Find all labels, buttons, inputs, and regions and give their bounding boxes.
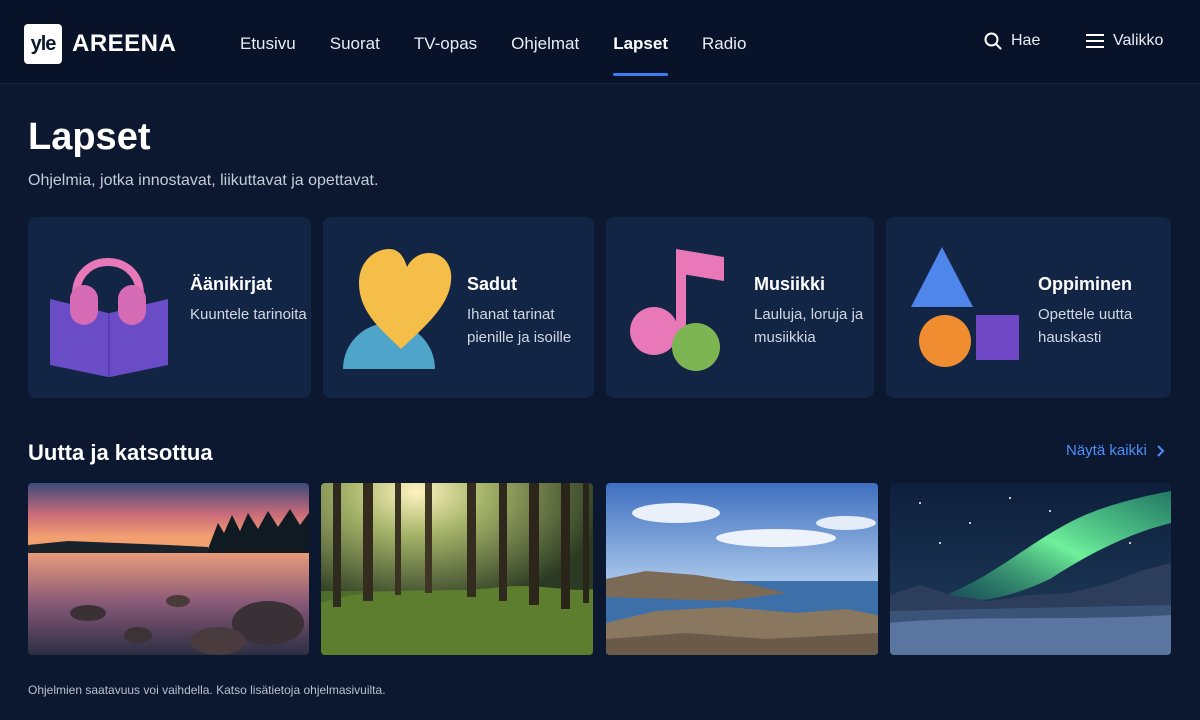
category-card-musiikki[interactable]: Musiikki Lauluja, loruja ja musiikkia (606, 217, 874, 398)
category-description: Kuuntele tarinoita (190, 306, 307, 323)
program-thumbnail[interactable] (606, 483, 878, 655)
areena-logo-text: AREENA (72, 30, 177, 57)
menu-label: Valikko (1113, 32, 1164, 49)
show-all-link[interactable]: Näytä kaikki (1066, 442, 1165, 459)
heart-icon (343, 249, 452, 369)
show-all-label: Näytä kaikki (1066, 442, 1147, 459)
category-title: Musiikki (754, 274, 826, 294)
program-thumbnail[interactable] (890, 483, 1171, 655)
section-title: Uutta ja katsottua (28, 440, 213, 465)
nav-item-suorat[interactable]: Suorat (330, 0, 380, 84)
category-title: Oppiminen (1038, 274, 1132, 294)
music-note-icon (630, 249, 724, 371)
headphones-book-icon (50, 258, 168, 377)
program-thumbnail[interactable] (28, 483, 309, 655)
program-thumbnail[interactable] (321, 483, 593, 655)
nav-item-tv-opas[interactable]: TV-opas (414, 0, 477, 84)
rocky-coast-image (606, 483, 878, 655)
category-description: Opettele uutta hauskasti (1038, 306, 1133, 346)
category-description: Lauluja, loruja ja musiikkia (754, 306, 864, 346)
page-title: Lapset (28, 116, 151, 158)
search-label: Hae (1011, 32, 1041, 49)
category-title: Sadut (467, 274, 518, 294)
menu-button[interactable]: Valikko (1086, 32, 1163, 50)
northern-lights-image (890, 483, 1171, 655)
footer-note: Ohjelmien saatavuus voi vaihdella. Katso… (28, 683, 386, 697)
nav-item-etusivu[interactable]: Etusivu (240, 0, 296, 84)
chevron-right-icon (1157, 444, 1165, 457)
sunset-lake-image (28, 483, 309, 655)
nav-item-lapset[interactable]: Lapset (613, 0, 668, 84)
main-nav: Etusivu Suorat TV-opas Ohjelmat Lapset R… (240, 0, 780, 84)
category-card-sadut[interactable]: Sadut Ihanat tarinat pienille ja isoille (323, 217, 594, 398)
category-card-oppiminen[interactable]: Oppiminen Opettele uutta hauskasti (886, 217, 1171, 398)
nav-item-ohjelmat[interactable]: Ohjelmat (511, 0, 579, 84)
forest-image (321, 483, 593, 655)
yle-logo-badge: yle (24, 24, 62, 64)
page-subtitle: Ohjelmia, jotka innostavat, liikuttavat … (28, 172, 379, 189)
category-title: Äänikirjat (190, 274, 273, 294)
nav-item-radio[interactable]: Radio (702, 0, 746, 84)
category-description: Ihanat tarinat pienille ja isoille (467, 306, 572, 346)
search-icon (984, 32, 1002, 50)
search-button[interactable]: Hae (984, 32, 1040, 50)
hamburger-menu-icon (1086, 34, 1104, 48)
category-card-aanikirjat[interactable]: Äänikirjat Kuuntele tarinoita (28, 217, 311, 398)
yle-areena-logo[interactable]: yle AREENA (24, 24, 176, 64)
shapes-icon (911, 247, 1019, 367)
top-navigation-bar: yle AREENA Etusivu Suorat TV-opas Ohjelm… (0, 0, 1200, 84)
